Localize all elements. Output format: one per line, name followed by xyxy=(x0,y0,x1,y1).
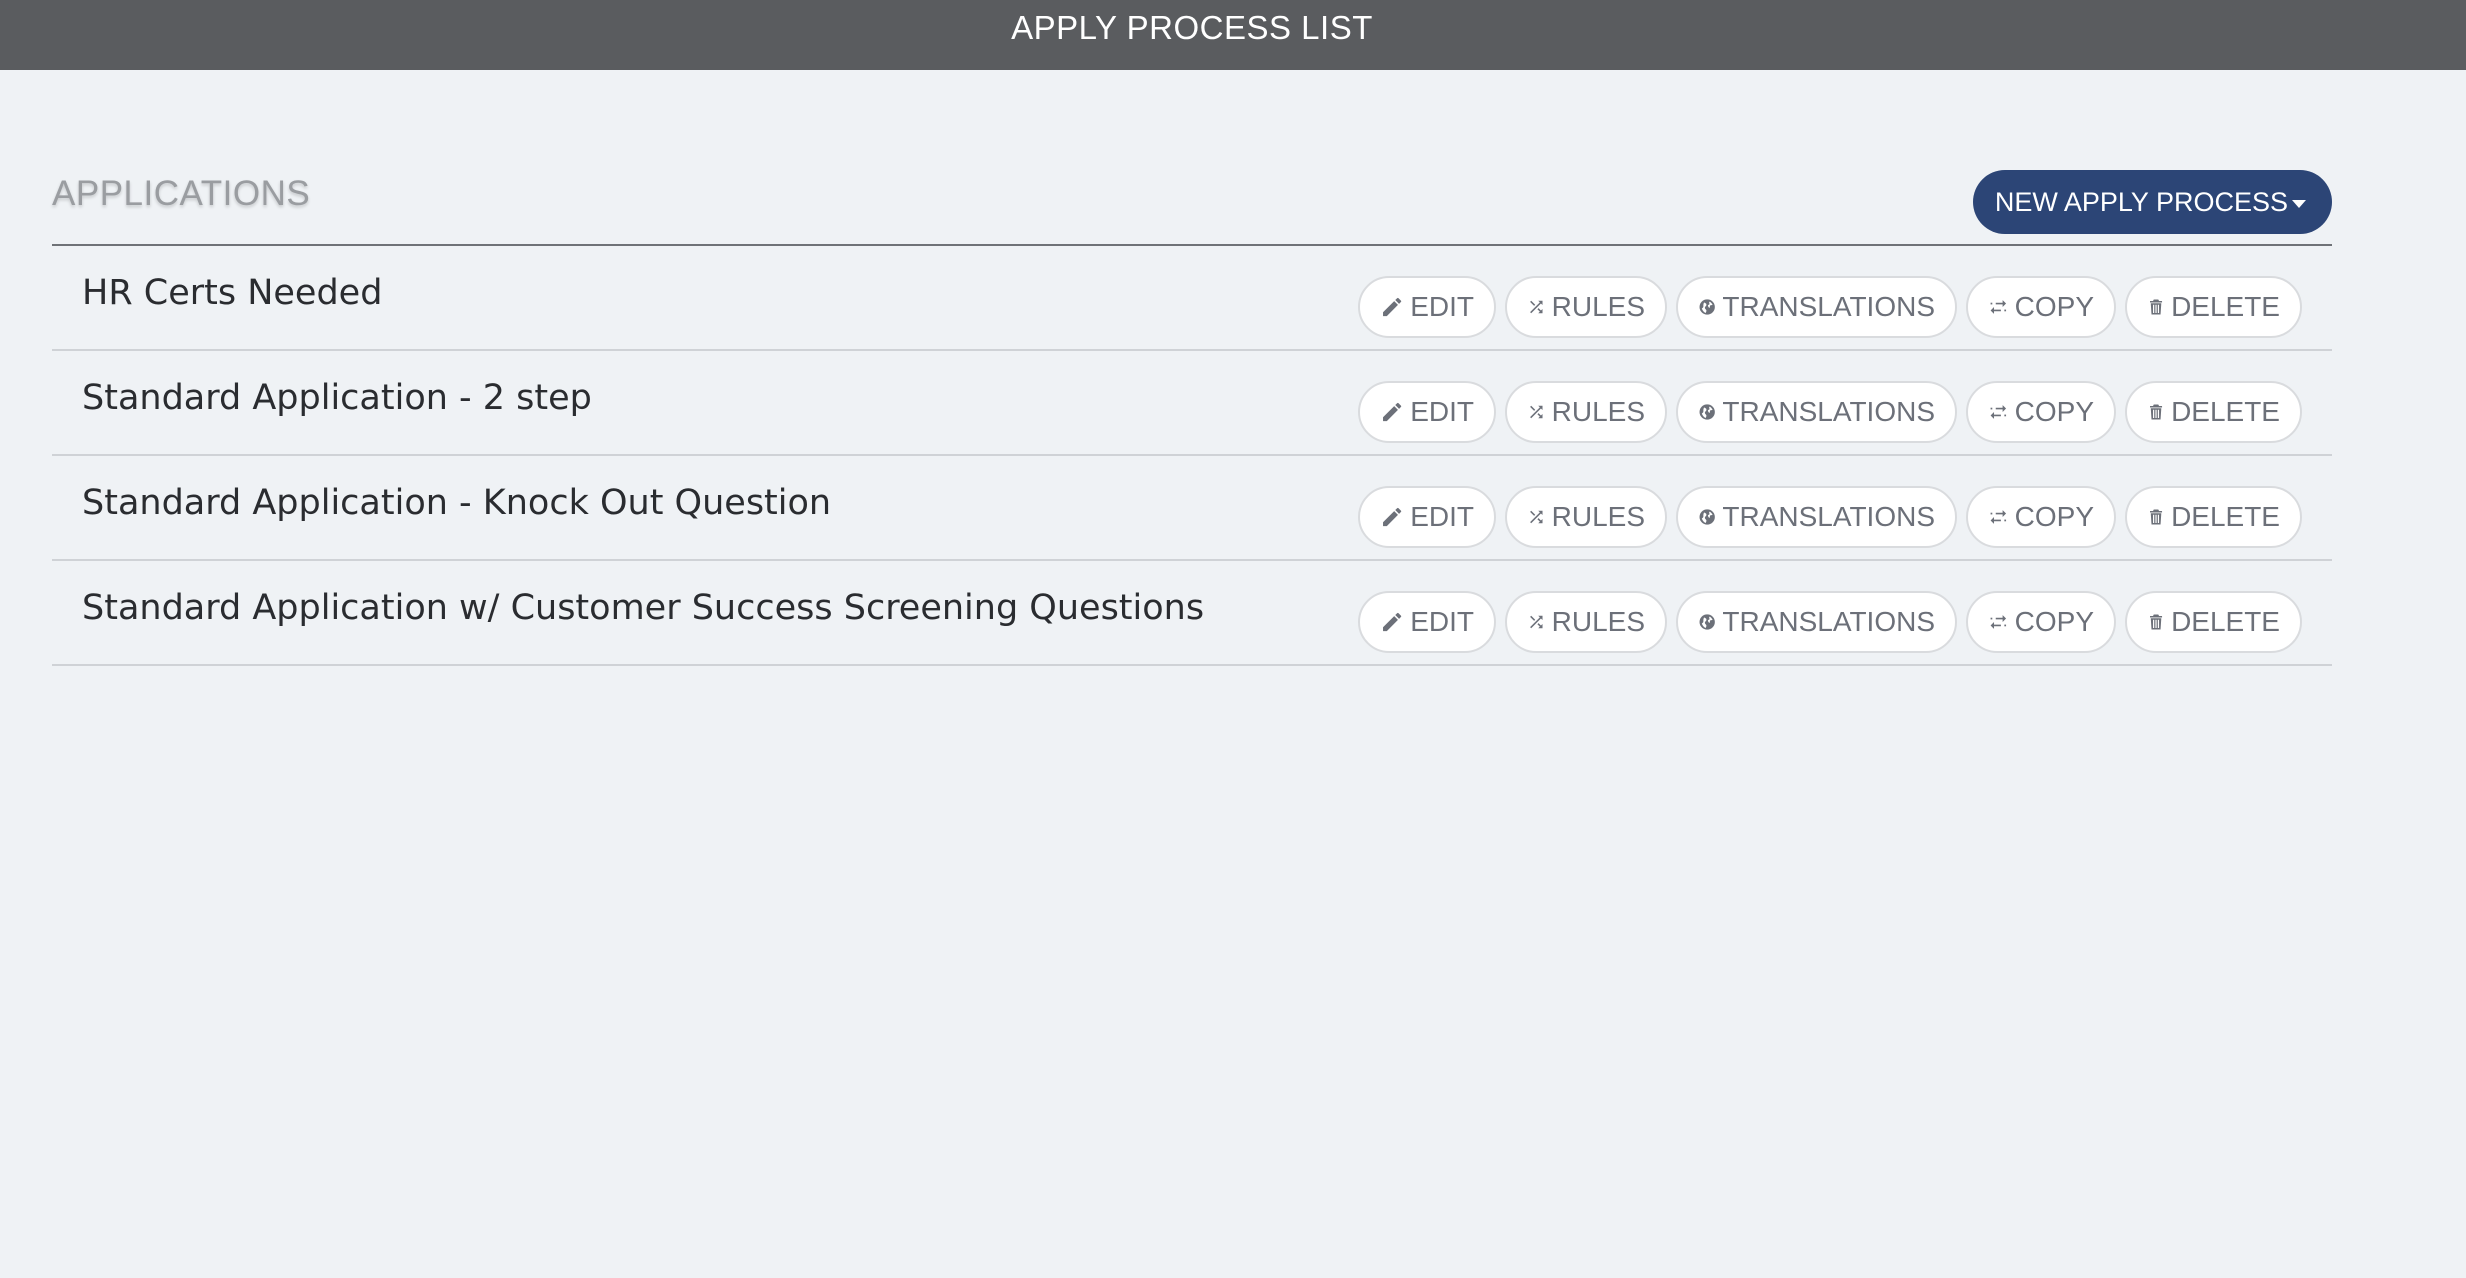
edit-button[interactable]: EDIT xyxy=(1358,591,1496,653)
edit-label: EDIT xyxy=(1410,396,1474,427)
globe-icon xyxy=(1699,509,1715,525)
application-name: Standard Application w/ Customer Success… xyxy=(82,588,1205,628)
applications-list: HR Certs Needed EDIT RULES TRANSLATIONS … xyxy=(52,246,2332,666)
shuffle-icon xyxy=(1530,405,1543,419)
rules-label: RULES xyxy=(1551,396,1645,427)
edit-label: EDIT xyxy=(1410,606,1474,637)
trash-icon xyxy=(2150,509,2163,525)
swap-arrows-icon xyxy=(1990,510,2007,524)
copy-button[interactable]: COPY xyxy=(1966,276,2116,338)
delete-button[interactable]: DELETE xyxy=(2125,381,2302,443)
rules-label: RULES xyxy=(1551,501,1645,532)
row-actions: EDIT RULES TRANSLATIONS COPY DELETE xyxy=(1358,486,2302,548)
translations-label: TRANSLATIONS xyxy=(1722,606,1935,637)
edit-button[interactable]: EDIT xyxy=(1358,381,1496,443)
section-title: APPLICATIONS xyxy=(52,174,311,213)
edit-button[interactable]: EDIT xyxy=(1358,486,1496,548)
translations-button[interactable]: TRANSLATIONS xyxy=(1676,276,1957,338)
trash-icon xyxy=(2150,299,2163,315)
swap-arrows-icon xyxy=(1990,300,2007,314)
rules-label: RULES xyxy=(1551,291,1645,322)
shuffle-icon xyxy=(1530,510,1543,524)
pencil-icon xyxy=(1383,297,1402,317)
copy-button[interactable]: COPY xyxy=(1966,591,2116,653)
delete-label: DELETE xyxy=(2171,606,2280,637)
trash-icon xyxy=(2150,614,2163,630)
edit-label: EDIT xyxy=(1410,501,1474,532)
globe-icon xyxy=(1699,614,1715,630)
application-name: Standard Application - 2 step xyxy=(82,378,592,418)
list-item: Standard Application - 2 step EDIT RULES… xyxy=(52,351,2332,456)
globe-icon xyxy=(1699,299,1715,315)
new-apply-process-button[interactable]: NEW APPLY PROCESS xyxy=(1972,170,2332,234)
translations-label: TRANSLATIONS xyxy=(1722,501,1935,532)
translations-label: TRANSLATIONS xyxy=(1722,396,1935,427)
delete-button[interactable]: DELETE xyxy=(2125,276,2302,338)
globe-icon xyxy=(1699,404,1715,420)
row-actions: EDIT RULES TRANSLATIONS COPY DELETE xyxy=(1358,591,2302,653)
swap-arrows-icon xyxy=(1990,405,2007,419)
new-apply-process-label: NEW APPLY PROCESS xyxy=(1994,186,2288,217)
delete-label: DELETE xyxy=(2171,396,2280,427)
page-title: APPLY PROCESS LIST xyxy=(1011,9,1373,46)
copy-button[interactable]: COPY xyxy=(1966,381,2116,443)
section-header: APPLICATIONS NEW APPLY PROCESS xyxy=(52,140,2332,246)
edit-label: EDIT xyxy=(1410,291,1474,322)
copy-button[interactable]: COPY xyxy=(1966,486,2116,548)
trash-icon xyxy=(2150,404,2163,420)
application-name: Standard Application - Knock Out Questio… xyxy=(82,483,832,523)
list-item: Standard Application w/ Customer Success… xyxy=(52,561,2332,666)
translations-button[interactable]: TRANSLATIONS xyxy=(1676,381,1957,443)
copy-label: COPY xyxy=(2014,606,2094,637)
translations-button[interactable]: TRANSLATIONS xyxy=(1676,591,1957,653)
shuffle-icon xyxy=(1530,300,1543,314)
list-item: HR Certs Needed EDIT RULES TRANSLATIONS … xyxy=(52,246,2332,351)
row-actions: EDIT RULES TRANSLATIONS COPY DELETE xyxy=(1358,381,2302,443)
delete-label: DELETE xyxy=(2171,501,2280,532)
top-bar: APPLY PROCESS LIST xyxy=(0,0,2466,70)
rules-button[interactable]: RULES xyxy=(1505,591,1667,653)
caret-down-icon xyxy=(2292,200,2306,208)
copy-label: COPY xyxy=(2014,501,2094,532)
translations-label: TRANSLATIONS xyxy=(1722,291,1935,322)
edit-button[interactable]: EDIT xyxy=(1358,276,1496,338)
pencil-icon xyxy=(1383,402,1402,422)
shuffle-icon xyxy=(1530,615,1543,629)
pencil-icon xyxy=(1383,507,1402,527)
pencil-icon xyxy=(1383,612,1402,632)
rules-button[interactable]: RULES xyxy=(1505,276,1667,338)
application-name: HR Certs Needed xyxy=(82,273,383,313)
swap-arrows-icon xyxy=(1990,615,2007,629)
list-item: Standard Application - Knock Out Questio… xyxy=(52,456,2332,561)
delete-label: DELETE xyxy=(2171,291,2280,322)
rules-label: RULES xyxy=(1551,606,1645,637)
rules-button[interactable]: RULES xyxy=(1505,486,1667,548)
translations-button[interactable]: TRANSLATIONS xyxy=(1676,486,1957,548)
delete-button[interactable]: DELETE xyxy=(2125,486,2302,548)
copy-label: COPY xyxy=(2014,291,2094,322)
row-actions: EDIT RULES TRANSLATIONS COPY DELETE xyxy=(1358,276,2302,338)
delete-button[interactable]: DELETE xyxy=(2125,591,2302,653)
rules-button[interactable]: RULES xyxy=(1505,381,1667,443)
copy-label: COPY xyxy=(2014,396,2094,427)
